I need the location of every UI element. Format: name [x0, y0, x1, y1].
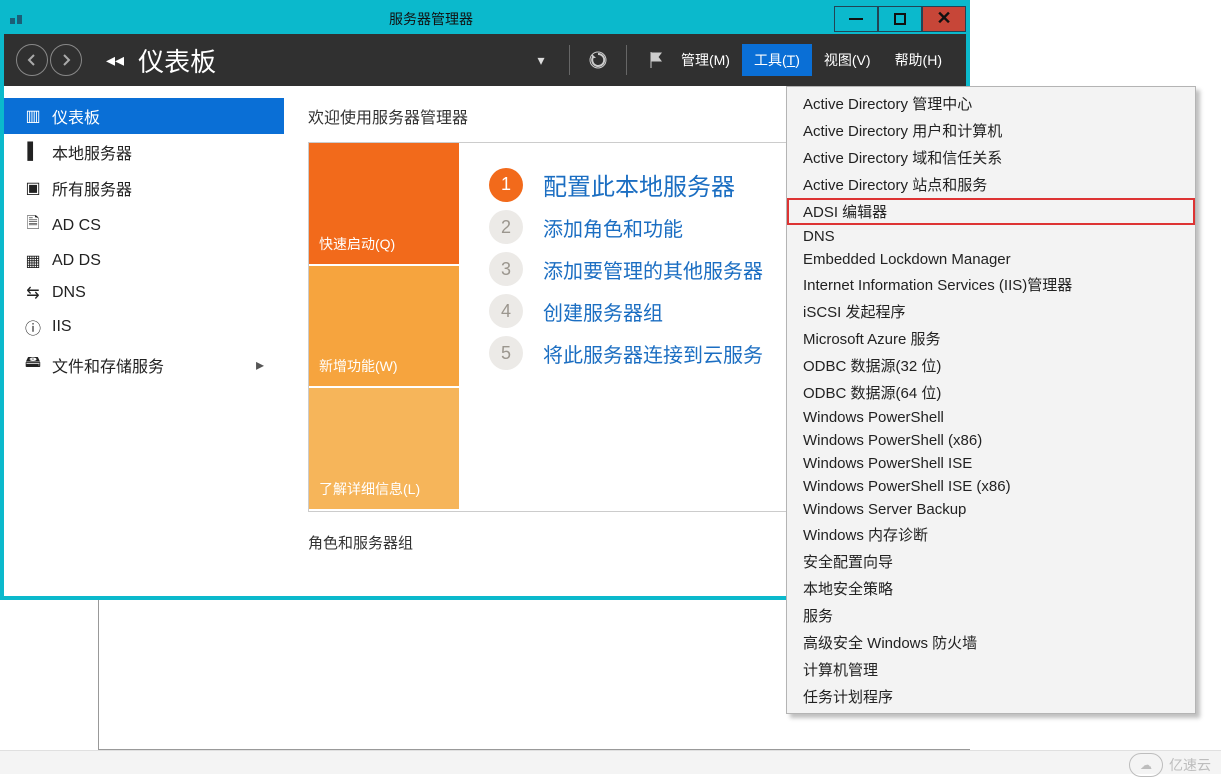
- header-icons: ▾: [527, 45, 669, 75]
- tools-menu-item[interactable]: Active Directory 站点和服务: [787, 171, 1195, 198]
- watermark-text: 亿速云: [1169, 755, 1211, 775]
- tools-menu-item[interactable]: Active Directory 管理中心: [787, 90, 1195, 117]
- tools-menu-item[interactable]: Windows PowerShell ISE (x86): [787, 475, 1195, 498]
- tile-column: 快速启动(Q) 新增功能(W) 了解详细信息(L): [309, 143, 459, 511]
- minimize-button[interactable]: [834, 6, 878, 32]
- tools-menu-item[interactable]: 任务计划程序: [787, 683, 1195, 710]
- tools-menu-item[interactable]: Embedded Lockdown Manager: [787, 248, 1195, 271]
- grid-icon: ▥: [24, 106, 42, 126]
- step-number-badge: 3: [489, 252, 523, 286]
- disk-icon: 🖴: [24, 351, 42, 378]
- sidebar-item-label: AD CS: [52, 217, 101, 235]
- tools-menu-item[interactable]: Windows Server Backup: [787, 498, 1195, 521]
- sidebar-item-label: AD DS: [52, 252, 101, 270]
- sidebar-item-servers[interactable]: ▣ 所有服务器: [4, 170, 284, 206]
- nav-back-button[interactable]: [16, 44, 48, 76]
- separator: [569, 45, 570, 75]
- config-link-label: 配置此本地服务器: [543, 167, 735, 202]
- tools-menu-item[interactable]: 计算机管理: [787, 656, 1195, 683]
- sidebar-item-cert[interactable]: 🗎 AD CS: [4, 206, 284, 245]
- tools-menu-item[interactable]: Internet Information Services (IIS)管理器: [787, 271, 1195, 298]
- sidebar-item-label: DNS: [52, 284, 86, 302]
- breadcrumb-separator: ◂◂: [106, 50, 124, 71]
- page-title: 仪表板: [138, 42, 216, 79]
- step-number-badge: 5: [489, 336, 523, 370]
- tools-menu-item[interactable]: Active Directory 用户和计算机: [787, 117, 1195, 144]
- close-button[interactable]: ✕: [922, 6, 966, 32]
- tile-whatsnew[interactable]: 新增功能(W): [309, 266, 459, 389]
- sidebar: ▥ 仪表板 ▌ 本地服务器 ▣ 所有服务器 🗎 AD CS ▦ AD DS ⇆ DNS ⓘ IIS 🖴 文件和…: [4, 86, 284, 596]
- tools-menu-item[interactable]: ODBC 数据源(32 位): [787, 352, 1195, 379]
- sidebar-item-iis[interactable]: ⓘ IIS: [4, 309, 284, 345]
- server-icon: ▌: [24, 143, 42, 161]
- notifications-flag-icon[interactable]: [641, 46, 669, 74]
- sidebar-item-label: 所有服务器: [52, 176, 132, 200]
- window-title: 服务器管理器: [28, 9, 834, 29]
- config-link-label: 创建服务器组: [543, 297, 663, 326]
- app-icon: [4, 10, 28, 29]
- menubar: 管理(M)工具(T)视图(V)帮助(H): [669, 44, 954, 76]
- sidebar-item-dns[interactable]: ⇆ DNS: [4, 277, 284, 309]
- config-link-label: 将此服务器连接到云服务: [543, 339, 763, 368]
- refresh-icon[interactable]: [584, 46, 612, 74]
- header-bar: ◂◂ 仪表板 ▾ 管理(M)工具(T)视图(V)帮助(H): [4, 34, 966, 86]
- ad-icon: ▦: [24, 251, 42, 271]
- tools-menu-item[interactable]: Windows PowerShell ISE: [787, 452, 1195, 475]
- tools-menu-item[interactable]: 安全配置向导: [787, 548, 1195, 575]
- chevron-right-icon: ▸: [256, 355, 264, 375]
- tile-learnmore[interactable]: 了解详细信息(L): [309, 388, 459, 511]
- menu-item-tools[interactable]: 工具(T): [742, 44, 812, 76]
- sidebar-item-label: 仪表板: [52, 104, 100, 128]
- step-number-badge: 1: [489, 168, 523, 202]
- tools-menu-item[interactable]: 本地安全策略: [787, 575, 1195, 602]
- tools-menu-item[interactable]: 服务: [787, 602, 1195, 629]
- watermark: ☁ 亿速云: [1129, 753, 1211, 777]
- config-link-label: 添加要管理的其他服务器: [543, 255, 763, 284]
- separator: [626, 45, 627, 75]
- menu-item-view[interactable]: 视图(V): [812, 44, 883, 76]
- tools-menu-item[interactable]: iSCSI 发起程序: [787, 298, 1195, 325]
- tools-menu-item[interactable]: DNS: [787, 225, 1195, 248]
- tools-menu-item[interactable]: ADSI 编辑器: [787, 198, 1195, 225]
- tools-menu-item[interactable]: 高级安全 Windows 防火墙: [787, 629, 1195, 656]
- watermark-icon: ☁: [1129, 753, 1163, 777]
- window-controls: ✕: [834, 7, 966, 32]
- breadcrumb-dropdown-icon[interactable]: ▾: [527, 46, 555, 74]
- dns-icon: ⇆: [24, 283, 42, 303]
- titlebar[interactable]: 服务器管理器 ✕: [4, 4, 966, 34]
- sidebar-item-server[interactable]: ▌ 本地服务器: [4, 134, 284, 170]
- tools-menu-item[interactable]: Windows PowerShell: [787, 406, 1195, 429]
- step-number-badge: 4: [489, 294, 523, 328]
- tile-quickstart[interactable]: 快速启动(Q): [309, 143, 459, 266]
- sidebar-item-ad[interactable]: ▦ AD DS: [4, 245, 284, 277]
- iis-icon: ⓘ: [24, 315, 42, 339]
- tools-menu-item[interactable]: Active Directory 域和信任关系: [787, 144, 1195, 171]
- nav-arrows: [16, 44, 82, 76]
- config-link-label: 添加角色和功能: [543, 213, 683, 242]
- servers-icon: ▣: [24, 178, 42, 198]
- sidebar-item-label: 文件和存储服务: [52, 353, 164, 377]
- tools-menu-item[interactable]: Microsoft Azure 服务: [787, 325, 1195, 352]
- cert-icon: 🗎: [24, 212, 42, 239]
- tools-dropdown-menu: Active Directory 管理中心Active Directory 用户…: [786, 86, 1196, 714]
- tools-menu-item[interactable]: Windows 内存诊断: [787, 521, 1195, 548]
- sidebar-item-disk[interactable]: 🖴 文件和存储服务 ▸: [4, 345, 284, 384]
- sidebar-item-grid[interactable]: ▥ 仪表板: [4, 98, 284, 134]
- sidebar-item-label: 本地服务器: [52, 140, 132, 164]
- sidebar-item-label: IIS: [52, 318, 72, 336]
- tools-menu-item[interactable]: ODBC 数据源(64 位): [787, 379, 1195, 406]
- server-manager-window: 服务器管理器 ✕ ◂◂ 仪表板 ▾: [0, 0, 970, 600]
- step-number-badge: 2: [489, 210, 523, 244]
- nav-forward-button[interactable]: [50, 44, 82, 76]
- menu-item-help[interactable]: 帮助(H): [883, 44, 954, 76]
- horizontal-scrollbar[interactable]: [0, 750, 1221, 774]
- maximize-button[interactable]: [878, 6, 922, 32]
- menu-item-manage[interactable]: 管理(M): [669, 44, 742, 76]
- tools-menu-item[interactable]: Windows PowerShell (x86): [787, 429, 1195, 452]
